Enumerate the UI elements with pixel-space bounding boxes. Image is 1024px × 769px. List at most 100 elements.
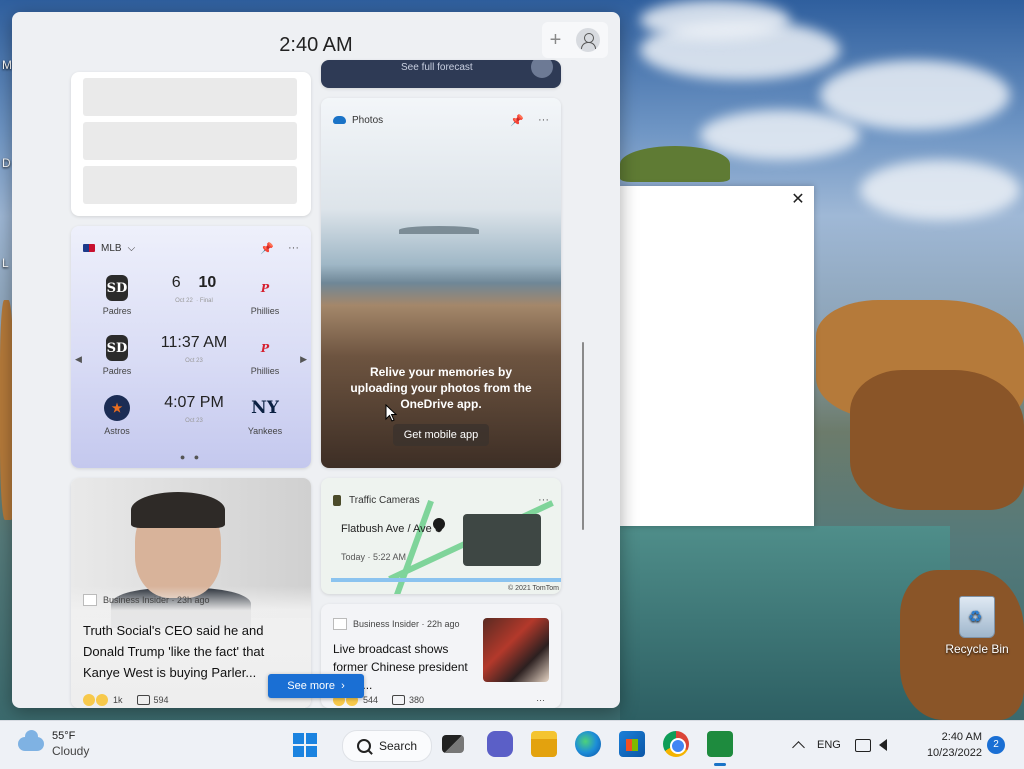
comment-count: 594 bbox=[153, 695, 169, 705]
system-tray: ENG bbox=[790, 721, 905, 769]
phillies-logo-icon: P bbox=[260, 341, 270, 355]
widgets-panel: 2:40 AM + See full forecast MLB ⌵ 📌 ··· … bbox=[12, 12, 620, 708]
carousel-dots[interactable]: ● ● bbox=[71, 452, 311, 462]
notification-badge[interactable]: 2 bbox=[987, 736, 1005, 754]
team-name: Phillies bbox=[250, 306, 280, 316]
phillies-logo-icon: P bbox=[260, 281, 270, 295]
file-explorer-icon[interactable] bbox=[531, 731, 557, 757]
notes-app-icon[interactable] bbox=[707, 731, 733, 757]
mlb-widget[interactable]: MLB ⌵ 📌 ··· SD Padres 6 10 Oct 22 · Fina… bbox=[71, 226, 311, 468]
clock-time: 2:40 AM bbox=[941, 731, 982, 743]
photo-island bbox=[399, 226, 479, 234]
reactions-row[interactable]: 1k 594 bbox=[83, 694, 169, 706]
astros-logo-icon: ★ bbox=[104, 395, 130, 421]
see-more-label: See more bbox=[287, 680, 335, 692]
team-name: Padres bbox=[102, 366, 132, 376]
placeholder-row bbox=[83, 122, 297, 160]
pin-icon[interactable]: 📌 bbox=[260, 242, 274, 255]
traffic-light-icon bbox=[333, 494, 341, 506]
reaction-emoji-icon bbox=[83, 694, 95, 706]
recycle-bin-icon[interactable]: ♻ Recycle Bin bbox=[942, 596, 1012, 656]
game-date: Oct 22 bbox=[175, 298, 193, 304]
more-options-icon[interactable]: ··· bbox=[538, 494, 549, 506]
chevron-right-icon: › bbox=[338, 680, 345, 692]
panel-actions: + bbox=[542, 22, 608, 58]
start-button[interactable] bbox=[293, 733, 317, 757]
camera-time: Today · 5:22 AM bbox=[341, 552, 407, 562]
chrome-browser-icon[interactable] bbox=[663, 731, 689, 757]
game-status: Final bbox=[199, 298, 213, 304]
forecast-link[interactable]: See full forecast bbox=[401, 62, 473, 73]
team-name: Phillies bbox=[250, 366, 280, 376]
search-icon bbox=[357, 739, 371, 753]
chevron-down-icon[interactable]: ⌵ bbox=[128, 243, 136, 254]
mlb-title: MLB bbox=[101, 242, 122, 254]
photos-widget[interactable]: Photos 📌 ··· Relive your memories by upl… bbox=[321, 98, 561, 468]
camera-thumbnail[interactable] bbox=[463, 514, 541, 566]
reaction-count: 544 bbox=[363, 695, 379, 705]
game-row[interactable]: ★ Astros 4:07 PM Oct 23 NY Yankees bbox=[71, 394, 311, 452]
photos-message: Relive your memories by uploading your p… bbox=[350, 365, 532, 411]
weather-widget-button[interactable]: 55°F Cloudy bbox=[18, 729, 89, 758]
see-more-button[interactable]: See more › bbox=[268, 674, 364, 698]
photos-title: Photos bbox=[352, 114, 384, 126]
reaction-count: 1k bbox=[113, 695, 123, 705]
teams-chat-icon[interactable] bbox=[487, 731, 513, 757]
volume-icon[interactable] bbox=[878, 739, 887, 751]
weather-condition: Cloudy bbox=[52, 744, 90, 758]
next-arrow-icon[interactable]: ▶ bbox=[300, 354, 307, 365]
team-name: Astros bbox=[104, 426, 130, 436]
game-row[interactable]: SD Padres 11:37 AM Oct 23 P Phillies bbox=[71, 334, 311, 392]
panel-clock: 2:40 AM bbox=[279, 34, 353, 56]
padres-logo-icon: SD bbox=[106, 335, 128, 361]
taskbar: 55°F Cloudy Search ENG 2:40 AM 10/23/202… bbox=[0, 720, 1024, 769]
partial-widget-card bbox=[71, 72, 311, 216]
account-icon[interactable] bbox=[576, 28, 601, 52]
task-view-icon[interactable] bbox=[442, 735, 464, 753]
map-copyright: © 2021 TomTom bbox=[508, 585, 559, 592]
home-score: 6 bbox=[171, 274, 181, 291]
network-icon[interactable] bbox=[854, 738, 871, 752]
weather-widget-partial[interactable]: See full forecast bbox=[321, 60, 561, 88]
edge-browser-icon[interactable] bbox=[575, 731, 601, 757]
search-button[interactable]: Search bbox=[342, 730, 432, 762]
reactions-row[interactable]: 544 380 ··· bbox=[333, 694, 545, 706]
team-name: Padres bbox=[102, 306, 132, 316]
news-source: Business Insider · 23h ago bbox=[103, 595, 210, 605]
language-indicator[interactable]: ENG bbox=[817, 739, 841, 751]
game-row[interactable]: SD Padres 6 10 Oct 22 · Final P Phillies bbox=[71, 274, 311, 332]
mlb-logo-icon bbox=[83, 244, 95, 252]
taskbar-clock[interactable]: 2:40 AM 10/23/2022 bbox=[912, 729, 982, 761]
more-options-icon[interactable]: ··· bbox=[288, 242, 299, 254]
microsoft-store-icon[interactable] bbox=[619, 731, 645, 757]
blank-window: ✕ bbox=[620, 186, 814, 526]
game-time: 11:37 AM bbox=[160, 334, 228, 351]
forecast-icon bbox=[531, 60, 553, 78]
pin-icon[interactable]: 📌 bbox=[510, 114, 524, 127]
news-source: Business Insider · 22h ago bbox=[353, 619, 460, 629]
recycle-bin-label: Recycle Bin bbox=[945, 642, 1009, 656]
previous-arrow-icon[interactable]: ◀ bbox=[75, 354, 82, 365]
more-options-icon[interactable]: ··· bbox=[538, 114, 549, 126]
game-date: Oct 23 bbox=[185, 418, 203, 424]
padres-logo-icon: SD bbox=[106, 275, 128, 301]
add-widget-icon[interactable]: + bbox=[550, 29, 562, 52]
game-date: Oct 23 bbox=[185, 358, 203, 364]
reaction-emoji-icon bbox=[96, 694, 108, 706]
placeholder-row bbox=[83, 166, 297, 204]
placeholder-row bbox=[83, 78, 297, 116]
game-time: 4:07 PM bbox=[164, 394, 224, 411]
show-hidden-icons-icon[interactable] bbox=[792, 740, 805, 754]
traffic-title: Traffic Cameras bbox=[349, 494, 420, 506]
cloud-icon bbox=[18, 729, 44, 751]
comment-count: 380 bbox=[409, 695, 425, 705]
get-mobile-app-button[interactable]: Get mobile app bbox=[393, 424, 489, 446]
recycle-bin-graphic: ♻ bbox=[959, 596, 995, 638]
close-icon[interactable]: ✕ bbox=[790, 192, 806, 208]
traffic-cameras-widget[interactable]: Traffic Cameras ··· Flatbush Ave / Ave U… bbox=[321, 478, 561, 594]
more-options-icon[interactable]: ··· bbox=[536, 695, 545, 705]
comment-icon bbox=[136, 695, 150, 705]
scrollbar[interactable] bbox=[582, 342, 584, 530]
temperature: 55°F bbox=[52, 730, 76, 742]
search-label: Search bbox=[379, 739, 418, 753]
